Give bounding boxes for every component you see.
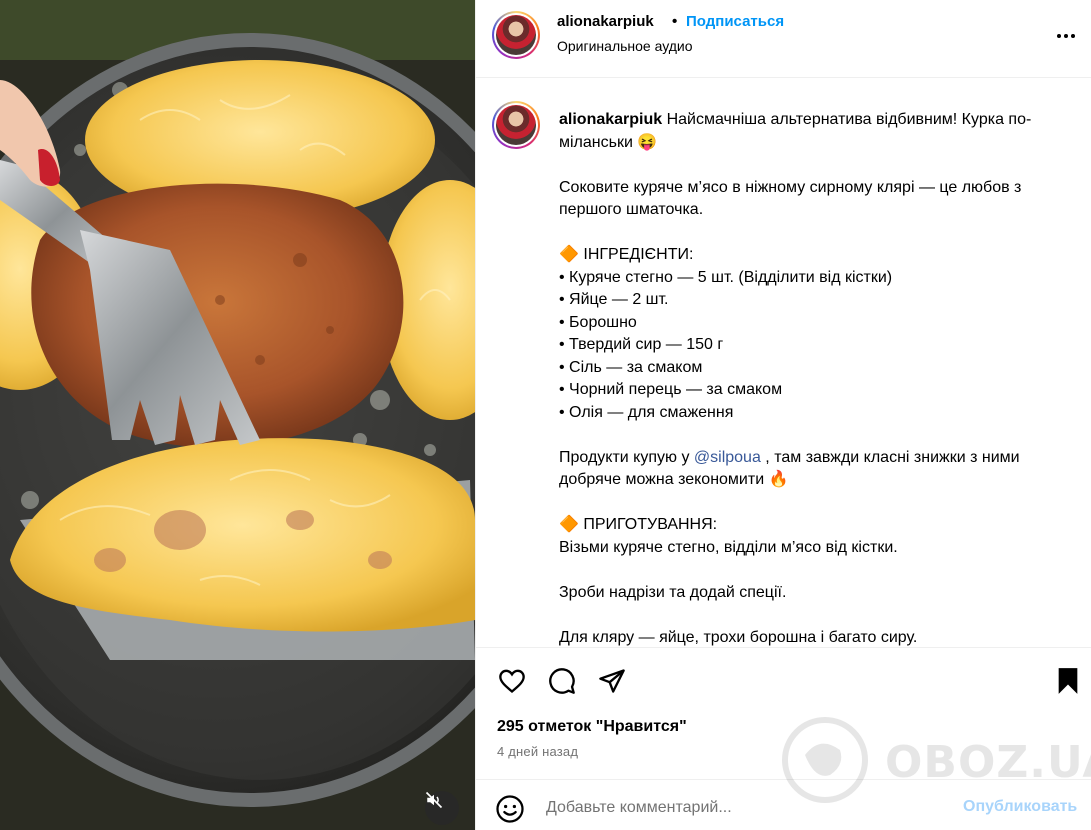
more-dots-icon bbox=[1057, 34, 1075, 38]
speaker-muted-icon bbox=[425, 791, 443, 809]
post-date[interactable]: 4 дней назад bbox=[497, 744, 578, 759]
paper-plane-icon bbox=[599, 669, 625, 693]
actions-section: 295 отметок "Нравится" 4 дней назад Опуб… bbox=[476, 647, 1091, 830]
comment-input[interactable] bbox=[546, 795, 936, 821]
food-photo bbox=[0, 0, 475, 830]
mute-button[interactable] bbox=[425, 791, 459, 825]
smiley-icon bbox=[496, 795, 524, 823]
ingredient-item: • Сіль — за смаком bbox=[559, 358, 703, 376]
post-panel: alionakarpiuk • Подписаться Оригинальное… bbox=[475, 0, 1091, 830]
comment-button[interactable] bbox=[546, 665, 578, 697]
heart-icon bbox=[499, 669, 525, 694]
step-item: Зроби надрізи та додай спеції. bbox=[559, 583, 787, 601]
caption-avatar[interactable] bbox=[492, 101, 540, 149]
follow-button[interactable]: Подписаться bbox=[686, 13, 784, 30]
post-media[interactable] bbox=[0, 0, 475, 830]
emoji-button[interactable] bbox=[495, 794, 525, 824]
comment-icon bbox=[549, 668, 575, 694]
audio-label[interactable]: Оригинальное аудио bbox=[557, 38, 693, 54]
caption-area: alionakarpiuk Найсмачніша альтернатива в… bbox=[476, 79, 1091, 647]
post-header: alionakarpiuk • Подписаться Оригинальное… bbox=[476, 0, 1091, 78]
ingredient-item: • Куряче стегно — 5 шт. (Відділити від к… bbox=[559, 268, 893, 286]
username-link[interactable]: alionakarpiuk bbox=[557, 13, 654, 30]
separator-dot: • bbox=[672, 13, 678, 30]
ingredients-heading: 🔶 ІНГРЕДІЄНТИ: bbox=[559, 246, 694, 263]
save-button[interactable] bbox=[1052, 665, 1084, 697]
ingredient-item: • Чорний перець — за смаком bbox=[559, 381, 783, 398]
caption-text: alionakarpiuk Найсмачніша альтернатива в… bbox=[559, 109, 1074, 647]
like-button[interactable] bbox=[496, 665, 528, 697]
shop-text: Продукти купую у bbox=[559, 448, 694, 466]
ingredient-item: • Борошно bbox=[559, 313, 637, 331]
silpo-mention-link[interactable]: @silpoua bbox=[694, 449, 761, 466]
step-item: Для кляру — яйце, трохи борошна і багато… bbox=[559, 628, 918, 646]
steps-heading: 🔶 ПРИГОТУВАННЯ: bbox=[559, 516, 718, 533]
ingredient-item: • Яйце — 2 шт. bbox=[559, 291, 669, 308]
more-options-button[interactable] bbox=[1054, 24, 1078, 48]
caption-username[interactable]: alionakarpiuk bbox=[559, 111, 662, 128]
ingredient-item: • Твердий сир — 150 г bbox=[559, 336, 724, 353]
bookmark-icon bbox=[1058, 668, 1078, 694]
ingredient-item: • Олія — для смаження bbox=[559, 403, 734, 421]
caption-para2: Соковите куряче м’ясо в ніжному сирному … bbox=[559, 178, 1026, 219]
step-item: Візьми куряче стегно, відділи м’ясо від … bbox=[559, 538, 898, 556]
likes-count[interactable]: 295 отметок "Нравится" bbox=[497, 718, 687, 736]
avatar[interactable] bbox=[492, 11, 540, 59]
comment-bar: Опубликовать bbox=[476, 779, 1091, 830]
publish-button[interactable]: Опубликовать bbox=[963, 798, 1077, 816]
share-button[interactable] bbox=[596, 665, 628, 697]
